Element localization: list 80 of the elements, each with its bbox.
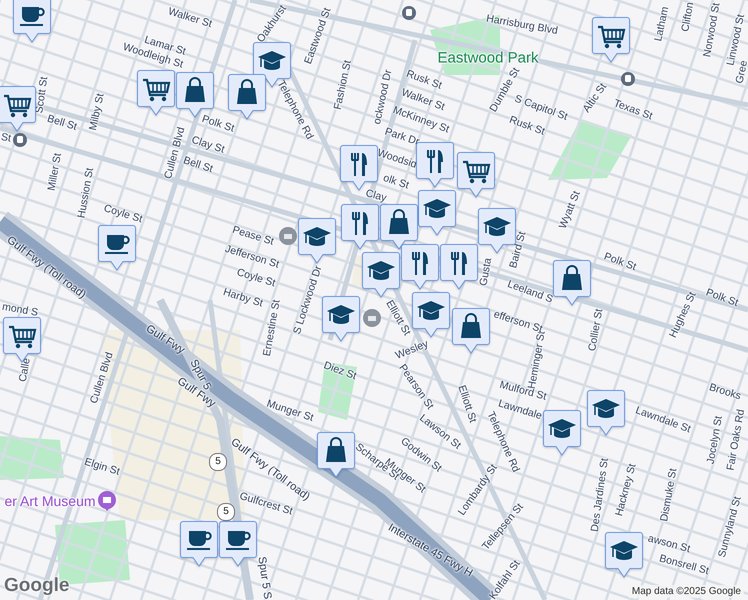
street-label: Jocelyn St bbox=[706, 415, 724, 465]
street-label: Walker St bbox=[166, 6, 214, 30]
street-label: Clay St bbox=[190, 134, 226, 156]
street-label: Scott St bbox=[34, 76, 50, 114]
cart-marker[interactable] bbox=[457, 152, 495, 198]
street-label: Elgin St bbox=[83, 456, 121, 478]
street-label: St bbox=[0, 132, 12, 144]
street-label: Harby St bbox=[222, 287, 264, 309]
street-label: Milby St bbox=[88, 92, 106, 132]
graduation-cap-marker[interactable] bbox=[418, 190, 456, 236]
cup-marker[interactable] bbox=[180, 521, 218, 567]
cup-marker[interactable] bbox=[13, 0, 51, 43]
highway-label: Spur 5 S bbox=[256, 556, 272, 600]
street-label: Polk St bbox=[704, 287, 740, 309]
bag-marker[interactable] bbox=[553, 260, 591, 306]
street-label: Dismuke St bbox=[659, 468, 679, 522]
street-label: Cullen Blvd bbox=[88, 351, 116, 405]
cart-marker[interactable] bbox=[137, 70, 175, 116]
street-label: Wesley bbox=[394, 338, 430, 362]
street-label: Des Jardines St bbox=[590, 458, 610, 532]
graduation-cap-marker[interactable] bbox=[298, 218, 336, 264]
street-label: Fair Oaks Rd bbox=[725, 408, 747, 472]
street-label: Ernestine St bbox=[262, 298, 282, 358]
street-label: Gusta bbox=[478, 257, 494, 287]
highway-label: Gulf Fwy bbox=[144, 324, 186, 356]
street-label: Park Dr bbox=[383, 126, 421, 148]
street-label: Hussion St bbox=[76, 167, 96, 219]
cup-marker[interactable] bbox=[219, 521, 257, 567]
street-label: Baird St bbox=[508, 230, 528, 270]
street-label: Wyatt St bbox=[558, 190, 582, 230]
landmark-icon[interactable] bbox=[279, 227, 297, 245]
street-label: Brooks bbox=[708, 382, 742, 402]
park-area bbox=[318, 362, 357, 420]
cup-marker[interactable] bbox=[98, 225, 136, 271]
cart-marker[interactable] bbox=[592, 17, 630, 63]
fork-knife-marker[interactable] bbox=[440, 244, 478, 290]
bag-marker[interactable] bbox=[228, 74, 266, 120]
street-label: Pease St bbox=[231, 224, 275, 248]
graduation-cap-marker[interactable] bbox=[605, 532, 643, 578]
street-label: Miller St bbox=[46, 152, 64, 192]
fork-knife-marker[interactable] bbox=[341, 204, 379, 250]
google-logo[interactable]: Google bbox=[4, 575, 70, 597]
street-label: Fashion St bbox=[332, 59, 354, 111]
street-label: mond S bbox=[1, 302, 39, 318]
street-label: Bell St bbox=[46, 114, 78, 132]
street-label: awson St bbox=[646, 533, 692, 555]
street-label: Elliott St bbox=[456, 384, 478, 424]
graduation-cap-marker[interactable] bbox=[412, 292, 450, 338]
street-label: Texas St bbox=[612, 98, 654, 122]
museum-label: er Art Museum bbox=[4, 494, 96, 508]
street-label: Coyle St bbox=[102, 203, 144, 225]
street-label: Calle bbox=[18, 357, 32, 383]
street-label: Bonsrell St bbox=[658, 553, 710, 577]
street-label: Harrisburg Blvd bbox=[485, 14, 559, 36]
street-label: Latham bbox=[653, 6, 671, 42]
graduation-cap-marker[interactable] bbox=[587, 390, 625, 436]
graduation-cap-marker[interactable] bbox=[543, 410, 581, 456]
bag-marker[interactable] bbox=[317, 432, 355, 478]
street-label: Rusk St bbox=[508, 114, 546, 138]
street-label: Polk St bbox=[602, 251, 638, 273]
street-label: Coyle St bbox=[236, 267, 276, 289]
street-label: Clifton bbox=[680, 1, 696, 33]
map-attribution: Map data ©2025 Google bbox=[628, 585, 744, 598]
graduation-cap-marker[interactable] bbox=[362, 252, 400, 298]
bag-marker[interactable] bbox=[452, 308, 490, 354]
graduation-cap-marker[interactable] bbox=[322, 296, 360, 342]
park-label: Eastwood Park bbox=[438, 50, 538, 66]
street-label: ockwood Dr bbox=[372, 68, 394, 126]
street-label: Norwood St bbox=[702, 2, 722, 58]
street-label: Bell St bbox=[182, 155, 214, 175]
street-label: Collier St bbox=[587, 308, 605, 352]
cart-marker[interactable] bbox=[0, 86, 36, 132]
fork-knife-marker[interactable] bbox=[401, 244, 439, 290]
street-label: Munger St bbox=[265, 398, 315, 424]
street-label: Diez St bbox=[322, 360, 358, 382]
fork-knife-marker[interactable] bbox=[340, 145, 378, 191]
bag-marker[interactable] bbox=[380, 204, 418, 250]
street-label: Polk St bbox=[200, 114, 236, 134]
landmark-icon[interactable] bbox=[363, 309, 381, 327]
museum-pin-icon[interactable] bbox=[98, 491, 116, 511]
